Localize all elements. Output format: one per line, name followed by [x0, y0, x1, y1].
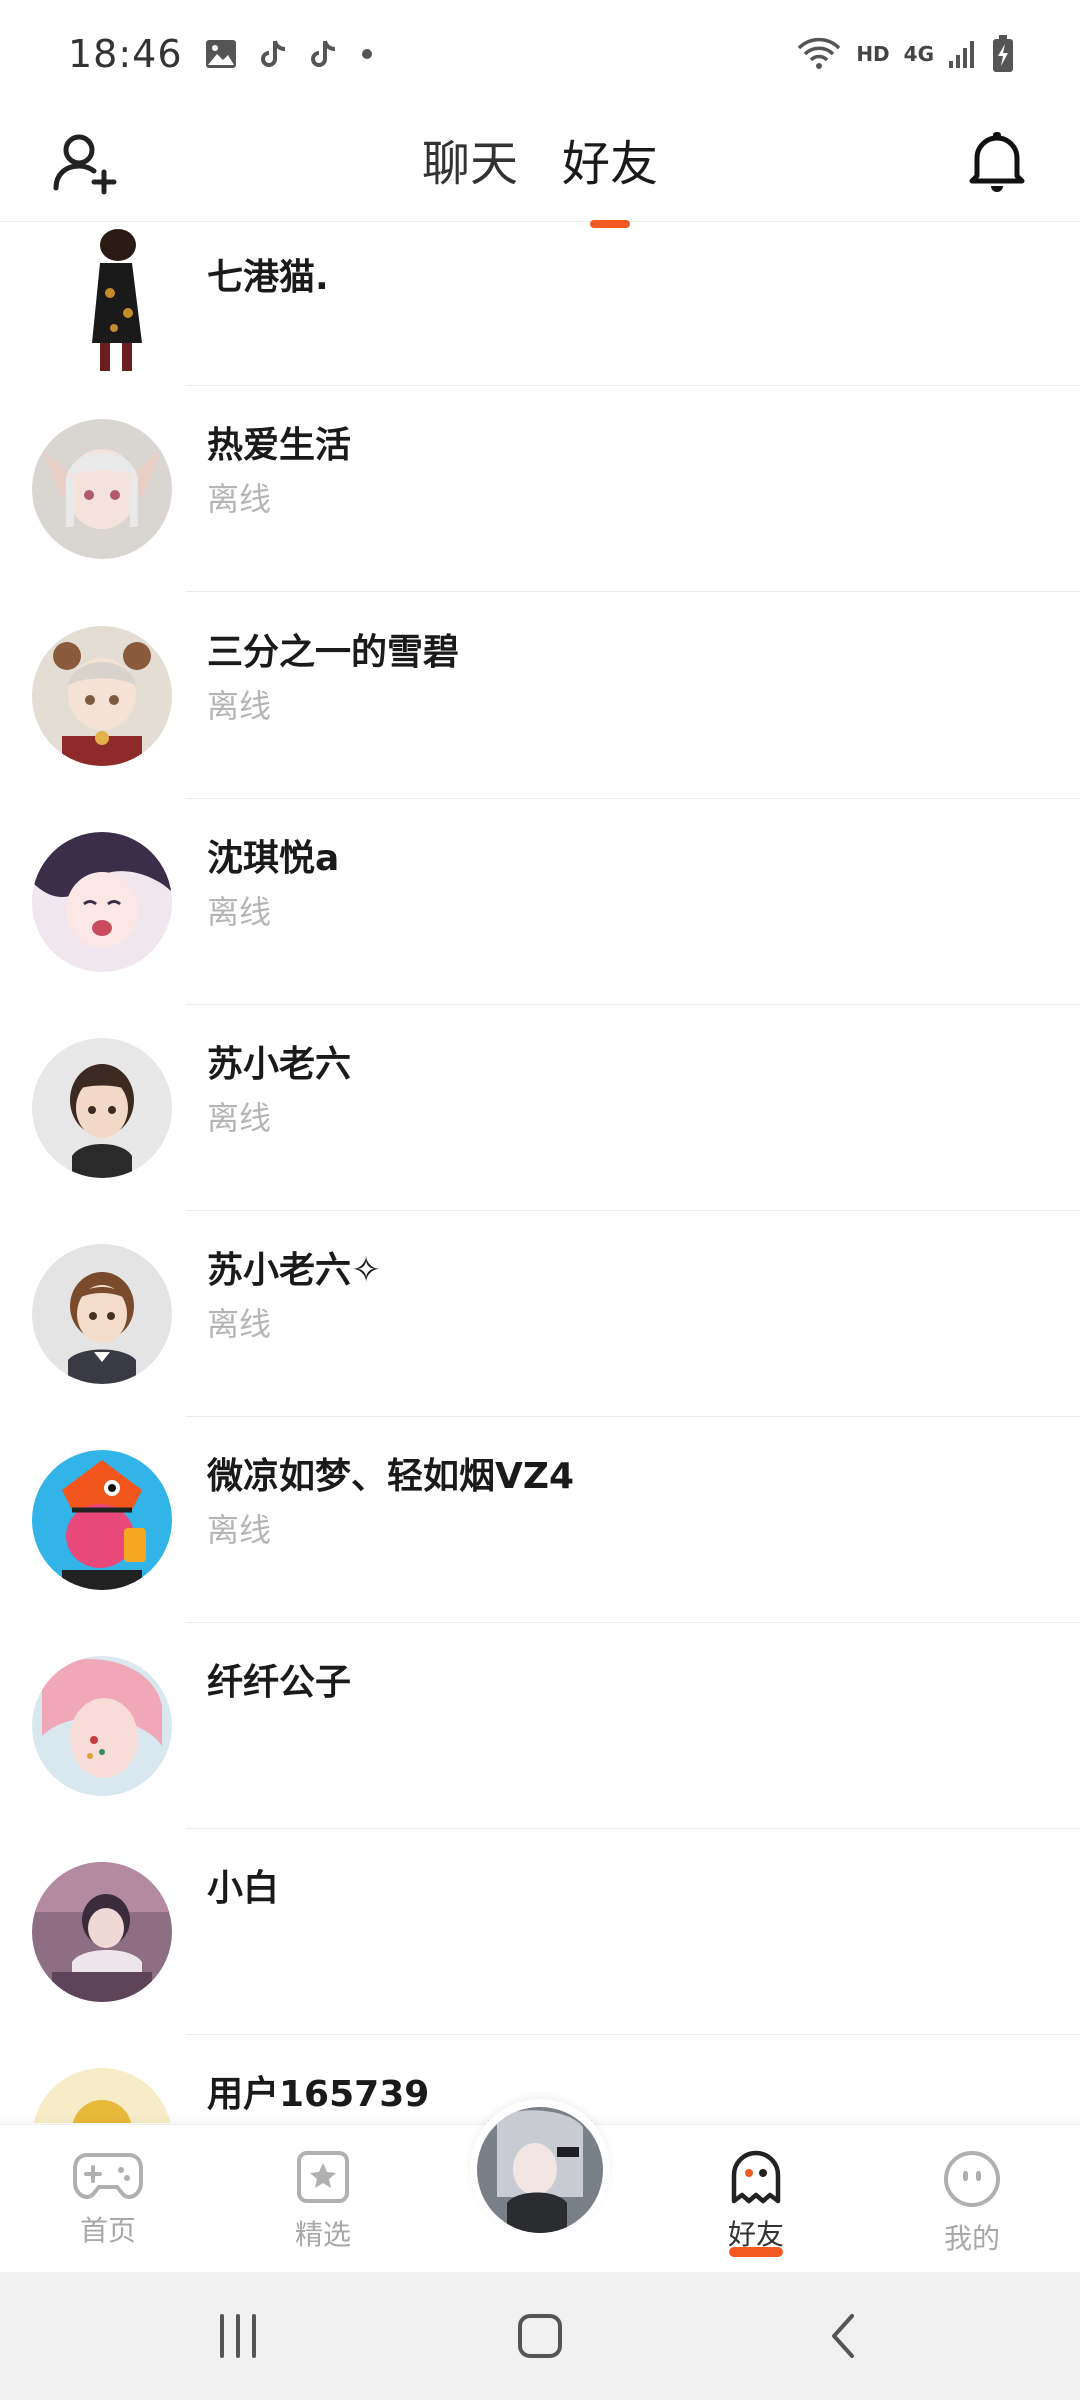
friend-status: 离线 — [207, 687, 272, 725]
friend-status: 离线 — [207, 1099, 272, 1137]
friend-name: 七港猫. — [207, 257, 329, 298]
friend-name: 用户165739 — [207, 2074, 430, 2115]
system-navigation-bar — [0, 2272, 1080, 2400]
face-icon — [944, 2151, 1000, 2207]
friend-name: 苏小老六 — [207, 1044, 352, 1085]
friend-row[interactable]: 七港猫. — [0, 223, 1080, 386]
avatar — [32, 2068, 172, 2123]
home-button-icon[interactable] — [510, 2310, 570, 2362]
status-bar: 18:46 HD 4G — [0, 0, 1080, 108]
friend-row[interactable]: 苏小老六✧ 离线 — [0, 1211, 1080, 1417]
image-icon — [205, 40, 236, 68]
app-screen: 18:46 HD 4G 聊天 好友 七港猫. 热爱生活 离线 三分之一的雪碧 离… — [0, 0, 1080, 2400]
tab-friends-label: 好友 — [562, 136, 659, 192]
nav-home-label: 首页 — [79, 2214, 136, 2247]
status-time: 18:46 — [68, 32, 183, 76]
top-header: 聊天 好友 — [0, 108, 1080, 228]
friend-name: 微凉如梦、轻如烟VZ4 — [207, 1456, 575, 1497]
nav-home[interactable]: 首页 — [48, 2149, 168, 2249]
center-avatar-button[interactable] — [477, 2107, 603, 2233]
avatar — [32, 1038, 172, 1178]
back-icon[interactable] — [814, 2310, 874, 2362]
friend-row[interactable]: 小白 — [0, 1829, 1080, 2035]
tiktok-icon — [260, 40, 285, 67]
friend-row[interactable]: 微凉如梦、轻如烟VZ4 离线 — [0, 1417, 1080, 1623]
system-icons: HD 4G — [796, 35, 1014, 73]
notification-icons — [205, 39, 373, 69]
hd-label: HD — [856, 42, 890, 66]
friend-row[interactable]: 纤纤公子 — [0, 1623, 1080, 1829]
tiktok-icon — [310, 40, 335, 67]
friend-list[interactable]: 七港猫. 热爱生活 离线 三分之一的雪碧 离线 沈琪悦a 离线 苏小老六 离线 … — [0, 223, 1080, 2123]
tab-friends[interactable]: 好友 — [558, 124, 662, 228]
ghost-icon — [731, 2150, 781, 2204]
friend-status: 离线 — [207, 1511, 272, 1549]
avatar — [32, 1450, 172, 1590]
star-card-icon — [297, 2151, 349, 2203]
bell-icon[interactable] — [962, 126, 1032, 196]
friend-name: 三分之一的雪碧 — [207, 632, 460, 673]
friend-row[interactable]: 苏小老六 离线 — [0, 1005, 1080, 1211]
friend-row[interactable]: 三分之一的雪碧 离线 — [0, 593, 1080, 799]
nav-featured-label: 精选 — [294, 2218, 351, 2251]
dot-icon — [361, 49, 372, 59]
friend-status: 离线 — [207, 1305, 272, 1343]
friend-name: 沈琪悦a — [207, 838, 340, 879]
nav-featured[interactable]: 精选 — [263, 2149, 383, 2253]
avatar — [32, 419, 172, 559]
nav-me-label: 我的 — [943, 2222, 1000, 2255]
nav-friends[interactable]: 好友 — [696, 2149, 816, 2257]
friend-status: 离线 — [207, 893, 272, 931]
cellular-label: 4G — [903, 42, 934, 66]
friend-name: 热爱生活 — [207, 425, 352, 466]
gamepad-icon — [73, 2153, 143, 2200]
bottom-navigation: 首页 精选 好友 我的 — [0, 2099, 1080, 2272]
friend-row[interactable]: 沈琪悦a 离线 — [0, 799, 1080, 1005]
nav-friends-label: 好友 — [727, 2218, 784, 2251]
tab-chat-label: 聊天 — [421, 136, 518, 192]
friend-name: 苏小老六✧ — [207, 1250, 382, 1291]
header-tabs: 聊天 好友 — [0, 124, 1080, 228]
tab-chat[interactable]: 聊天 — [418, 124, 522, 194]
friend-name: 纤纤公子 — [207, 1662, 352, 1703]
avatar — [70, 223, 160, 383]
recent-apps-icon[interactable] — [208, 2310, 268, 2362]
wifi-icon — [798, 37, 841, 69]
friend-status: 离线 — [207, 480, 272, 518]
avatar — [32, 1656, 172, 1796]
friend-row[interactable]: 热爱生活 离线 — [0, 386, 1080, 592]
avatar — [32, 1244, 172, 1384]
nav-me[interactable]: 我的 — [912, 2149, 1032, 2257]
signal-icon — [949, 41, 974, 68]
row-divider — [186, 591, 1080, 592]
friend-name: 小白 — [207, 1868, 280, 1909]
avatar — [32, 1862, 172, 2002]
avatar — [32, 832, 172, 972]
battery-icon — [993, 35, 1013, 72]
avatar — [32, 626, 172, 766]
